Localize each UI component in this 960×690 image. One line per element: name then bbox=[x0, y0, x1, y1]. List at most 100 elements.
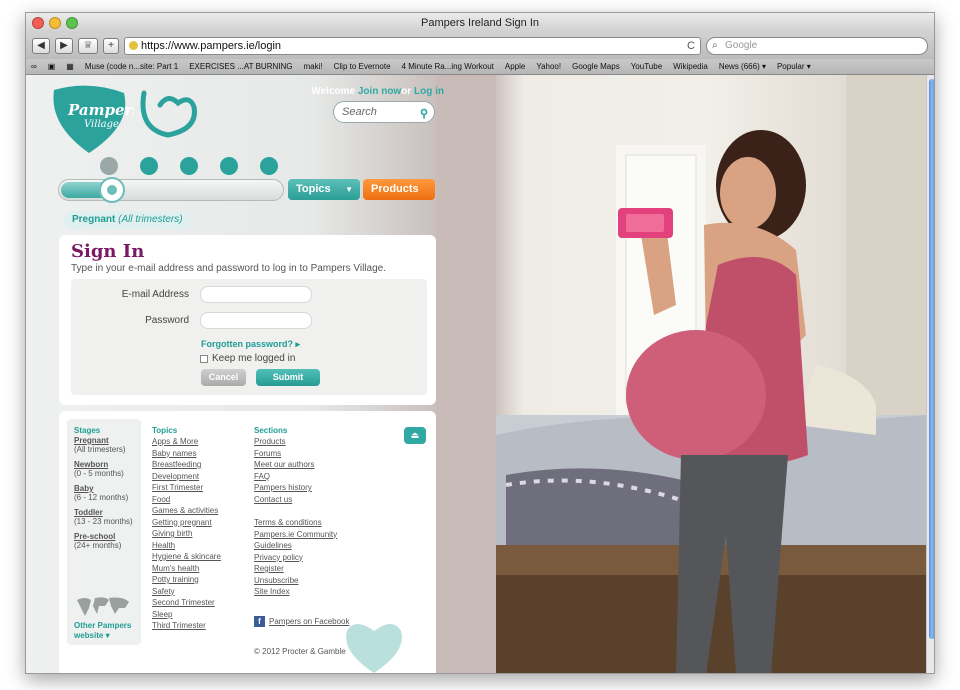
topic-link[interactable]: Hygiene & skincare bbox=[152, 551, 221, 563]
cancel-button[interactable]: Cancel bbox=[201, 369, 246, 386]
site-footer: Stages Pregnant (All trimesters) Newborn(… bbox=[59, 411, 436, 673]
topic-link[interactable]: Potty training bbox=[152, 574, 221, 586]
baby-stage-icon[interactable] bbox=[180, 157, 198, 175]
section-link[interactable]: FAQ bbox=[254, 471, 337, 483]
back-to-top-button[interactable]: ⏏ bbox=[404, 427, 426, 444]
forward-button[interactable]: ▶ bbox=[55, 38, 73, 54]
slider-knob[interactable] bbox=[99, 177, 125, 203]
legal-link[interactable]: Unsubscribe bbox=[254, 575, 337, 587]
title-bar: Pampers Ireland Sign In bbox=[26, 13, 934, 33]
welcome-bar: Welcome Join nowor Log in bbox=[311, 86, 444, 97]
grid-icon[interactable]: ▦ bbox=[66, 62, 74, 71]
bookmark-item[interactable]: Wikipedia bbox=[673, 62, 708, 71]
topic-link[interactable]: Development bbox=[152, 471, 221, 483]
topic-link[interactable]: Getting pregnant bbox=[152, 517, 221, 529]
bookmarks-icon[interactable]: ♕ bbox=[78, 38, 98, 54]
email-field[interactable] bbox=[200, 286, 312, 303]
bookmark-item[interactable]: News (666) ▾ bbox=[719, 62, 766, 71]
topic-link[interactable]: Apps & More bbox=[152, 436, 221, 448]
section-link[interactable]: Contact us bbox=[254, 494, 337, 506]
zoom-window-button[interactable] bbox=[66, 17, 78, 29]
bookmark-item[interactable]: Clip to Evernote bbox=[334, 62, 391, 71]
other-websites-link[interactable]: Other Pampers website ▾ bbox=[74, 621, 134, 641]
topic-link[interactable]: Mum's health bbox=[152, 563, 221, 575]
facebook-link-text[interactable]: Pampers on Facebook bbox=[269, 617, 350, 626]
bookmark-item[interactable]: Muse (code n...site: Part 1 bbox=[85, 62, 178, 71]
stage-slider[interactable] bbox=[58, 177, 284, 203]
section-link[interactable]: Pampers history bbox=[254, 482, 337, 494]
section-link[interactable]: Meet our authors bbox=[254, 459, 337, 471]
keep-logged-in-checkbox[interactable] bbox=[200, 354, 208, 363]
preschool-stage-icon[interactable] bbox=[260, 157, 278, 175]
web-search-field[interactable]: Google bbox=[706, 37, 928, 55]
stage-link[interactable]: Baby (6 - 12 months) bbox=[74, 484, 133, 502]
pregnant-stage-icon[interactable] bbox=[100, 157, 118, 175]
bookmark-item[interactable]: YouTube bbox=[631, 62, 662, 71]
back-button[interactable]: ◀ bbox=[32, 38, 50, 54]
reading-list-icon[interactable]: ∞ bbox=[31, 62, 37, 71]
topic-link[interactable]: Second Trimester bbox=[152, 597, 221, 609]
stage-link[interactable]: Toddler (13 - 23 months) bbox=[74, 508, 133, 526]
book-icon[interactable]: ▣ bbox=[48, 62, 56, 71]
pampers-logo[interactable]: Pampers Village bbox=[44, 85, 134, 155]
topics-button[interactable]: Topics bbox=[288, 179, 360, 200]
bookmark-item[interactable]: Google Maps bbox=[572, 62, 620, 71]
topic-link[interactable]: Giving birth bbox=[152, 528, 221, 540]
forgot-password-text: Forgotten password? bbox=[201, 339, 293, 349]
section-link[interactable]: Products bbox=[254, 436, 337, 448]
topic-link[interactable]: Breastfeeding bbox=[152, 459, 221, 471]
topic-link[interactable]: Health bbox=[152, 540, 221, 552]
bookmark-item[interactable]: EXERCISES ...AT BURNING bbox=[189, 62, 292, 71]
legal-link[interactable]: Register bbox=[254, 563, 337, 575]
vertical-scrollbar[interactable] bbox=[926, 75, 934, 673]
legal-link[interactable]: Privacy policy bbox=[254, 552, 337, 564]
stage-link[interactable]: Pre-school (24+ months) bbox=[74, 532, 133, 550]
topic-link[interactable]: Sleep bbox=[152, 609, 221, 621]
bookmark-item[interactable]: maki! bbox=[303, 62, 322, 71]
join-now-link[interactable]: Join now bbox=[358, 86, 401, 97]
submit-button[interactable]: Submit bbox=[256, 369, 320, 386]
keep-logged-in[interactable]: Keep me logged in bbox=[200, 353, 295, 364]
legal-link[interactable]: Pampers.ie Community bbox=[254, 529, 337, 541]
page-content: Pampers Village Welcome Join nowor Log i… bbox=[26, 75, 934, 673]
add-tab-button[interactable]: + bbox=[103, 38, 119, 54]
bookmark-item[interactable]: Yahoo! bbox=[536, 62, 561, 71]
facebook-link[interactable]: f Pampers on Facebook bbox=[254, 616, 350, 627]
topic-link[interactable]: Safety bbox=[152, 586, 221, 598]
search-icon[interactable]: ⚲ bbox=[420, 104, 428, 124]
address-bar[interactable]: https://www.pampers.ie/login C bbox=[124, 37, 701, 55]
browser-window: Pampers Ireland Sign In ◀ ▶ ♕ + https://… bbox=[25, 12, 935, 674]
topics-column: Topics Apps & More Baby names Breastfeed… bbox=[152, 426, 221, 632]
bookmark-item[interactable]: Apple bbox=[505, 62, 525, 71]
newborn-stage-icon[interactable] bbox=[140, 157, 158, 175]
topic-link[interactable]: Food bbox=[152, 494, 221, 506]
minimize-window-button[interactable] bbox=[49, 17, 61, 29]
bookmark-item[interactable]: Popular ▾ bbox=[777, 62, 811, 71]
stage-link[interactable]: Pregnant (All trimesters) bbox=[74, 436, 133, 454]
copyright-text: © 2012 Procter & Gamble bbox=[254, 647, 346, 656]
topic-link[interactable]: Third Trimester bbox=[152, 620, 221, 632]
toddler-stage-icon[interactable] bbox=[220, 157, 238, 175]
signin-title: Sign In bbox=[71, 241, 145, 262]
legal-link[interactable]: Guidelines bbox=[254, 540, 337, 552]
stage-subtext: (All trimesters) bbox=[118, 214, 183, 225]
legal-link[interactable]: Site Index bbox=[254, 586, 337, 598]
reload-icon[interactable]: C bbox=[687, 38, 695, 54]
login-link[interactable]: Log in bbox=[414, 86, 444, 97]
decorative-heart-icon bbox=[346, 624, 402, 673]
scrollbar-thumb[interactable] bbox=[929, 79, 934, 639]
close-window-button[interactable] bbox=[32, 17, 44, 29]
products-button[interactable]: Products bbox=[363, 179, 435, 200]
site-search-input[interactable]: Search ⚲ bbox=[333, 101, 435, 123]
sections-column: Sections Products Forums Meet our author… bbox=[254, 426, 337, 598]
bookmark-item[interactable]: 4 Minute Ra...ing Workout bbox=[402, 62, 494, 71]
topic-link[interactable]: Games & activities bbox=[152, 505, 221, 517]
legal-link[interactable]: Terms & conditions bbox=[254, 517, 337, 529]
topic-link[interactable]: First Trimester bbox=[152, 482, 221, 494]
topic-link[interactable]: Baby names bbox=[152, 448, 221, 460]
password-field[interactable] bbox=[200, 312, 312, 329]
forgot-password-link[interactable]: Forgotten password? ▸ bbox=[201, 339, 300, 350]
logo-text: Pampers bbox=[67, 101, 134, 119]
stage-link[interactable]: Newborn (0 - 5 months) bbox=[74, 460, 133, 478]
section-link[interactable]: Forums bbox=[254, 448, 337, 460]
